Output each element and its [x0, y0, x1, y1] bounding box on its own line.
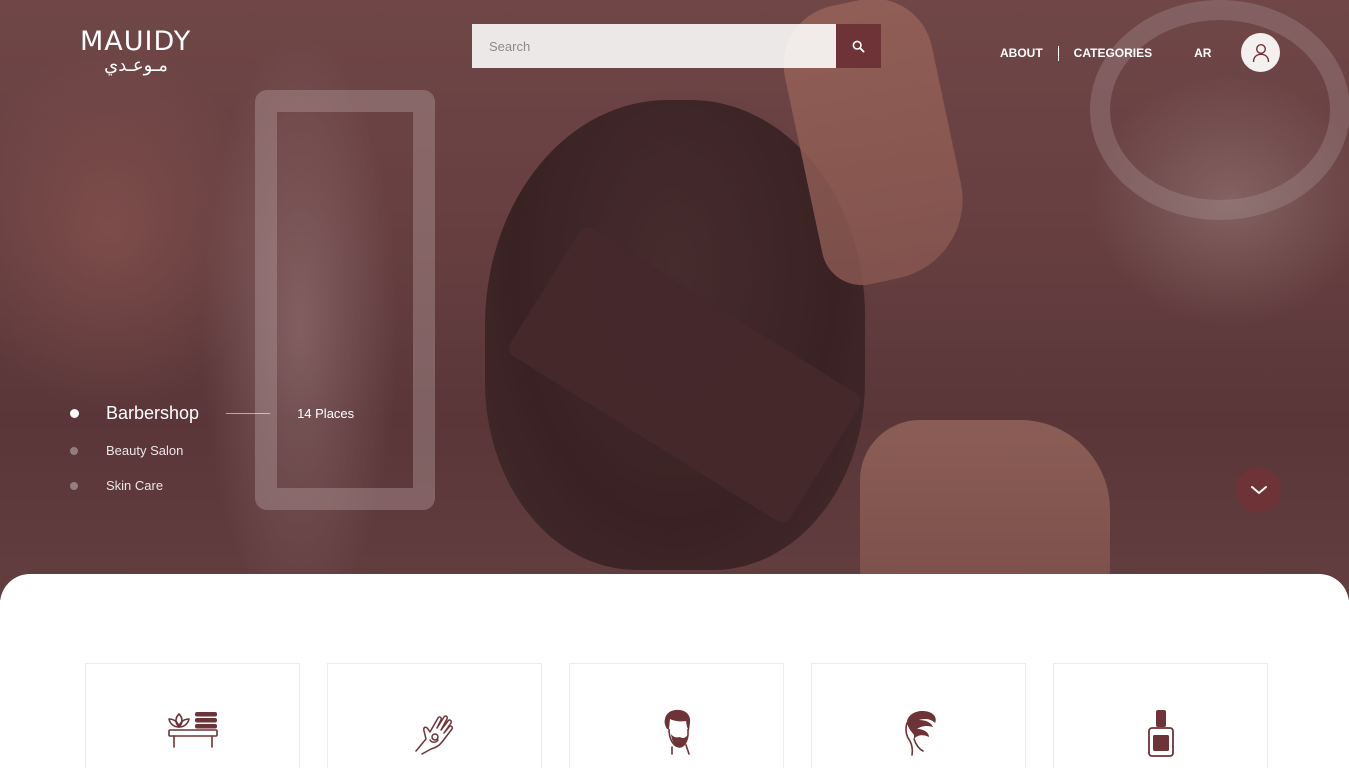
search-bar: [472, 24, 881, 68]
slider-dot-active: [70, 409, 79, 418]
slider-item-barbershop[interactable]: Barbershop 14 Places: [70, 403, 354, 424]
slider-dot: [70, 446, 78, 455]
slider-item-skin-care[interactable]: Skin Care: [70, 478, 163, 493]
spa-icon: [167, 712, 218, 748]
slider-item-label: Beauty Salon: [106, 443, 184, 458]
nav-divider: [1057, 45, 1059, 61]
hero-background: [0, 0, 1349, 600]
search-input[interactable]: [472, 24, 836, 68]
top-nav: ABOUT CATEGORIES AR: [1000, 44, 1211, 62]
category-card-henna[interactable]: [327, 663, 542, 768]
account-button[interactable]: [1241, 33, 1280, 72]
places-count: 14 Places: [297, 406, 355, 421]
chevron-down-icon: [1250, 485, 1267, 494]
brand-name-en: MAUIDY: [80, 26, 192, 57]
scroll-down-button[interactable]: [1236, 467, 1281, 512]
category-cards: [85, 663, 1268, 768]
language-toggle[interactable]: AR: [1194, 46, 1211, 60]
category-card-barber[interactable]: [569, 663, 784, 768]
categories-section: [0, 574, 1349, 768]
beard-man-icon: [664, 709, 690, 755]
category-card-hair[interactable]: [811, 663, 1026, 768]
nav-categories-link[interactable]: CATEGORIES: [1074, 46, 1152, 60]
category-card-spa[interactable]: [85, 663, 300, 768]
search-icon: [852, 40, 865, 53]
nail-polish-icon: [1147, 710, 1174, 757]
user-icon: [1252, 43, 1269, 62]
brand-name-ar: مـوعـدي: [104, 55, 168, 76]
nav-about-link[interactable]: ABOUT: [1000, 46, 1043, 60]
hero-overlay: [0, 0, 1349, 600]
slider-item-beauty-salon[interactable]: Beauty Salon: [70, 443, 183, 458]
slider-item-label: Skin Care: [106, 478, 164, 493]
category-card-nails[interactable]: [1053, 663, 1268, 768]
henna-hand-icon: [414, 715, 453, 755]
hair-woman-icon: [904, 711, 936, 756]
slider-item-label: Barbershop: [106, 403, 200, 423]
brand-logo[interactable]: MAUIDY مـوعـدي: [80, 28, 192, 75]
slider-dot: [70, 481, 78, 490]
slider-divider-line: [226, 413, 271, 414]
search-button[interactable]: [836, 24, 881, 68]
